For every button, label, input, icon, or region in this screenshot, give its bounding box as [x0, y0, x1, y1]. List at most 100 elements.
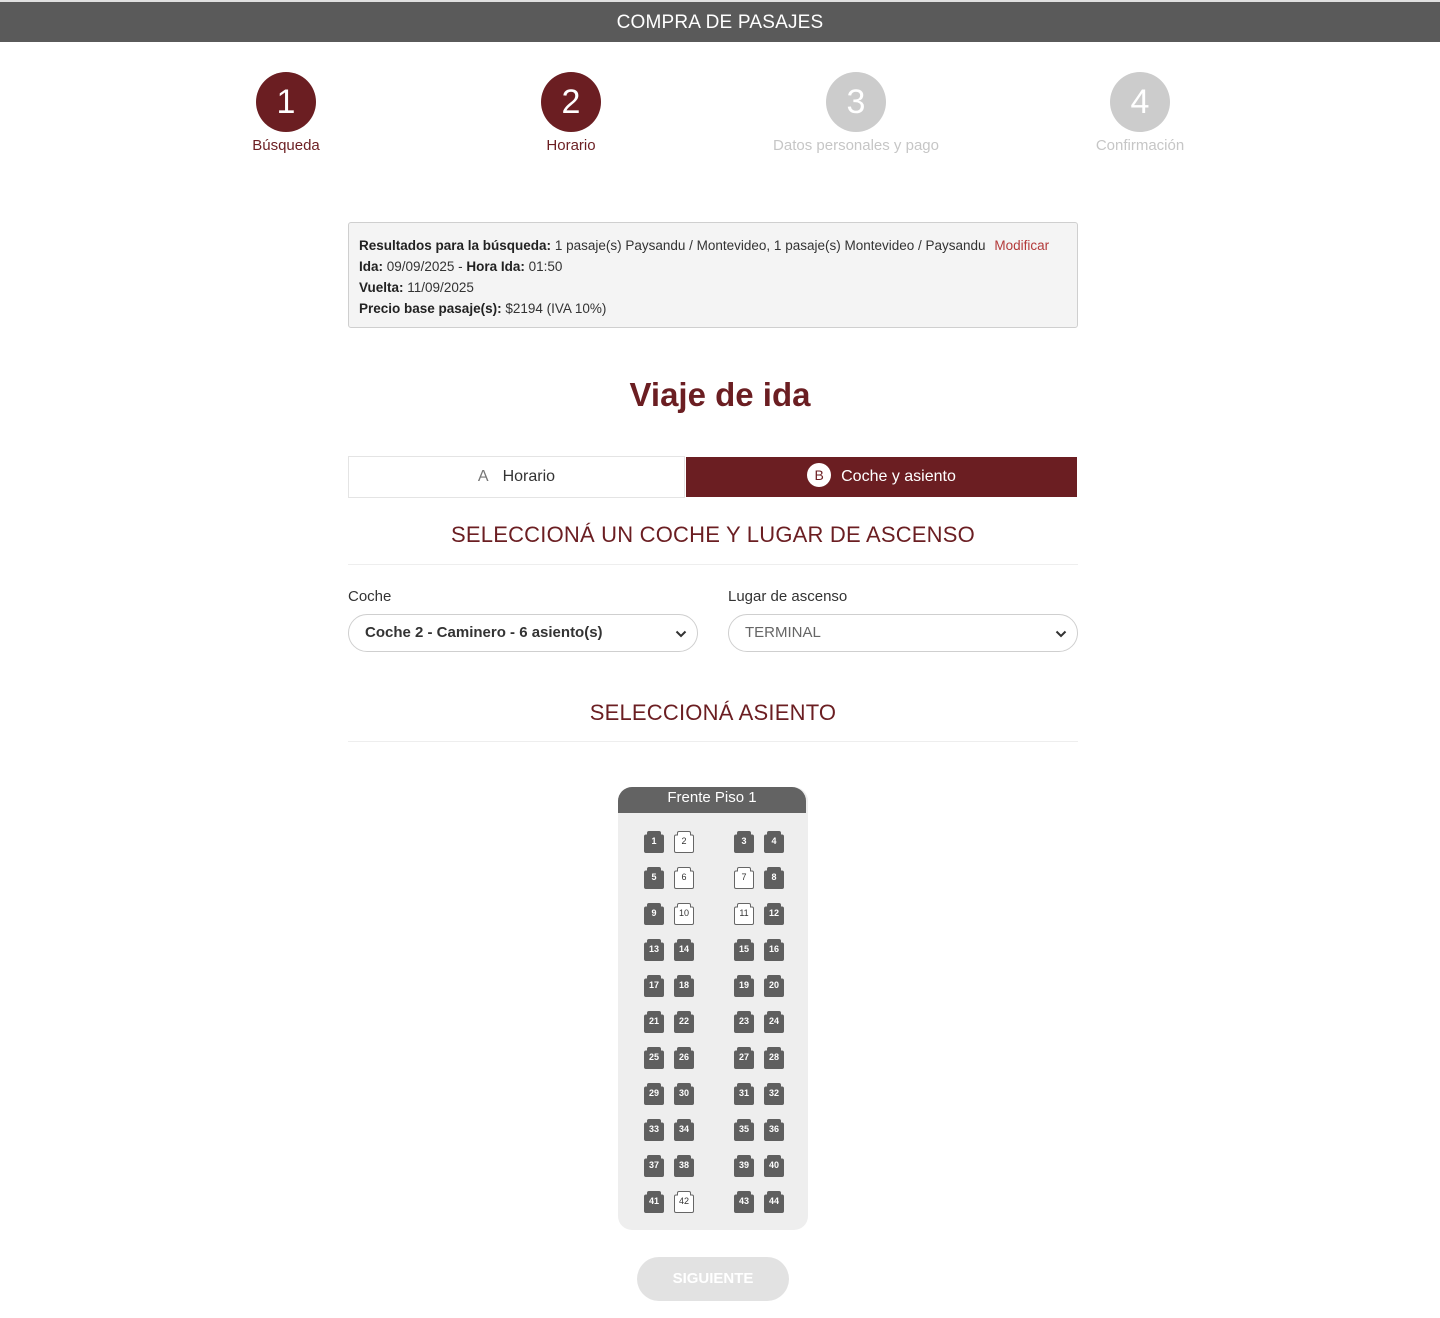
lugar-select-value: TERMINAL [745, 624, 821, 641]
step-label: Datos personales y pago [773, 137, 939, 154]
seat-occupied[interactable]: 41 [643, 1190, 665, 1214]
ida-label: Ida: [359, 259, 384, 274]
seat-occupied[interactable]: 13 [643, 938, 665, 962]
seat-occupied[interactable]: 16 [763, 938, 785, 962]
tab-horario[interactable]: A Horario [348, 456, 685, 498]
page-header-title: COMPRA DE PASAJES [616, 12, 824, 33]
seat-occupied[interactable]: 25 [643, 1046, 665, 1070]
seat-number: 41 [648, 1196, 659, 1206]
seat-section-title: SELECCIONÁ ASIENTO [589, 700, 837, 725]
vuelta-value: 11/09/2025 [407, 280, 474, 295]
step-number: 4 [1110, 72, 1170, 132]
seat-available[interactable]: 6 [673, 866, 695, 890]
hora-ida-label: Hora Ida: [466, 259, 525, 274]
seat-number: 4 [771, 836, 777, 846]
seat-occupied[interactable]: 23 [733, 1010, 755, 1034]
tab-letter: A [477, 468, 489, 485]
seat-occupied[interactable]: 34 [673, 1118, 695, 1142]
seat-occupied[interactable]: 22 [673, 1010, 695, 1034]
step-label: Confirmación [1095, 137, 1185, 154]
step-label: Horario [546, 137, 596, 154]
seat-occupied[interactable]: 36 [763, 1118, 785, 1142]
tab-label: Horario [502, 468, 556, 485]
seat-occupied[interactable]: 19 [733, 974, 755, 998]
lugar-label: Lugar de ascenso [728, 588, 848, 605]
seat-occupied[interactable]: 39 [733, 1154, 755, 1178]
summary-ida-line: Ida: 09/09/2025 - Hora Ida: 01:50 [359, 256, 1067, 277]
seat-occupied[interactable]: 20 [763, 974, 785, 998]
seat-occupied[interactable]: 26 [673, 1046, 695, 1070]
seat-occupied[interactable]: 21 [643, 1010, 665, 1034]
seat-number: 26 [678, 1052, 689, 1062]
coche-label: Coche [348, 588, 392, 605]
chevron-down-icon [1055, 630, 1067, 638]
seat-available[interactable]: 11 [733, 902, 755, 926]
summary-precio-line: Precio base pasaje(s): $2194 (IVA 10%) [359, 298, 1067, 319]
seat-number: 14 [678, 944, 689, 954]
seat-number: 10 [678, 908, 689, 918]
seat-available[interactable]: 42 [673, 1190, 695, 1214]
seat-occupied[interactable]: 24 [763, 1010, 785, 1034]
seat-number: 2 [681, 836, 687, 846]
trip-title: Viaje de ida [629, 376, 811, 413]
seat-occupied[interactable]: 40 [763, 1154, 785, 1178]
seat-number: 32 [768, 1088, 779, 1098]
seat-occupied[interactable]: 9 [643, 902, 665, 926]
lugar-ascenso-select[interactable]: TERMINAL [728, 614, 1078, 652]
results-value: 1 pasaje(s) Paysandu / Montevideo, 1 pas… [554, 238, 986, 253]
seat-occupied[interactable]: 44 [763, 1190, 785, 1214]
seat-occupied[interactable]: 31 [733, 1082, 755, 1106]
tab-coche-y-asiento[interactable]: B Coche y asiento [686, 457, 1077, 497]
seat-occupied[interactable]: 37 [643, 1154, 665, 1178]
step-datos-personales: 3 Datos personales y pago [756, 72, 956, 154]
seat-occupied[interactable]: 15 [733, 938, 755, 962]
seat-occupied[interactable]: 38 [673, 1154, 695, 1178]
seat-available[interactable]: 7 [733, 866, 755, 890]
seat-number: 29 [648, 1088, 659, 1098]
modify-link[interactable]: Modificar [994, 238, 1049, 253]
seat-occupied[interactable]: 32 [763, 1082, 785, 1106]
seat-occupied[interactable]: 29 [643, 1082, 665, 1106]
seat-number: 1 [651, 836, 657, 846]
ida-value: 09/09/2025 - [386, 259, 463, 274]
step-horario[interactable]: 2 Horario [471, 72, 671, 154]
seat-occupied[interactable]: 28 [763, 1046, 785, 1070]
seat-occupied[interactable]: 14 [673, 938, 695, 962]
trip-tabs: A Horario B Coche y asiento [348, 456, 1078, 498]
next-button[interactable]: SIGUIENTE [637, 1257, 789, 1301]
step-busqueda[interactable]: 1 Búsqueda [186, 72, 386, 154]
coche-select[interactable]: Coche 2 - Caminero - 6 asiento(s) [348, 614, 698, 652]
seat-occupied[interactable]: 35 [733, 1118, 755, 1142]
seat-occupied[interactable]: 4 [763, 830, 785, 854]
bus-seat-map: Frente Piso 1 1 2 3 4 5 6 7 8 9 10 11 12 13 14 15 16 17 1… [618, 787, 808, 1230]
seat-occupied[interactable]: 8 [763, 866, 785, 890]
summary-results-line: Resultados para la búsqueda: 1 pasaje(s)… [359, 235, 1067, 256]
seat-occupied[interactable]: 18 [673, 974, 695, 998]
seat-number: 31 [738, 1088, 749, 1098]
seat-number: 27 [738, 1052, 749, 1062]
seat-occupied[interactable]: 3 [733, 830, 755, 854]
seat-available[interactable]: 2 [673, 830, 695, 854]
seat-number: 19 [738, 980, 749, 990]
seat-number: 7 [741, 872, 747, 882]
seat-number: 25 [648, 1052, 659, 1062]
seat-number: 6 [681, 872, 687, 882]
seat-number: 35 [738, 1124, 749, 1134]
seat-number: 34 [678, 1124, 689, 1134]
seat-occupied[interactable]: 43 [733, 1190, 755, 1214]
seat-occupied[interactable]: 33 [643, 1118, 665, 1142]
seat-occupied[interactable]: 27 [733, 1046, 755, 1070]
seat-available[interactable]: 10 [673, 902, 695, 926]
seat-occupied[interactable]: 1 [643, 830, 665, 854]
precio-label: Precio base pasaje(s): [359, 301, 502, 316]
seat-number: 43 [738, 1196, 749, 1206]
seat-occupied[interactable]: 17 [643, 974, 665, 998]
seat-occupied[interactable]: 12 [763, 902, 785, 926]
seat-occupied[interactable]: 5 [643, 866, 665, 890]
seat-number: 16 [768, 944, 779, 954]
seat-number: 5 [651, 872, 657, 882]
seat-occupied[interactable]: 30 [673, 1082, 695, 1106]
step-number: 3 [826, 72, 886, 132]
precio-value: $2194 (IVA 10%) [505, 301, 607, 316]
seat-number: 18 [678, 980, 689, 990]
